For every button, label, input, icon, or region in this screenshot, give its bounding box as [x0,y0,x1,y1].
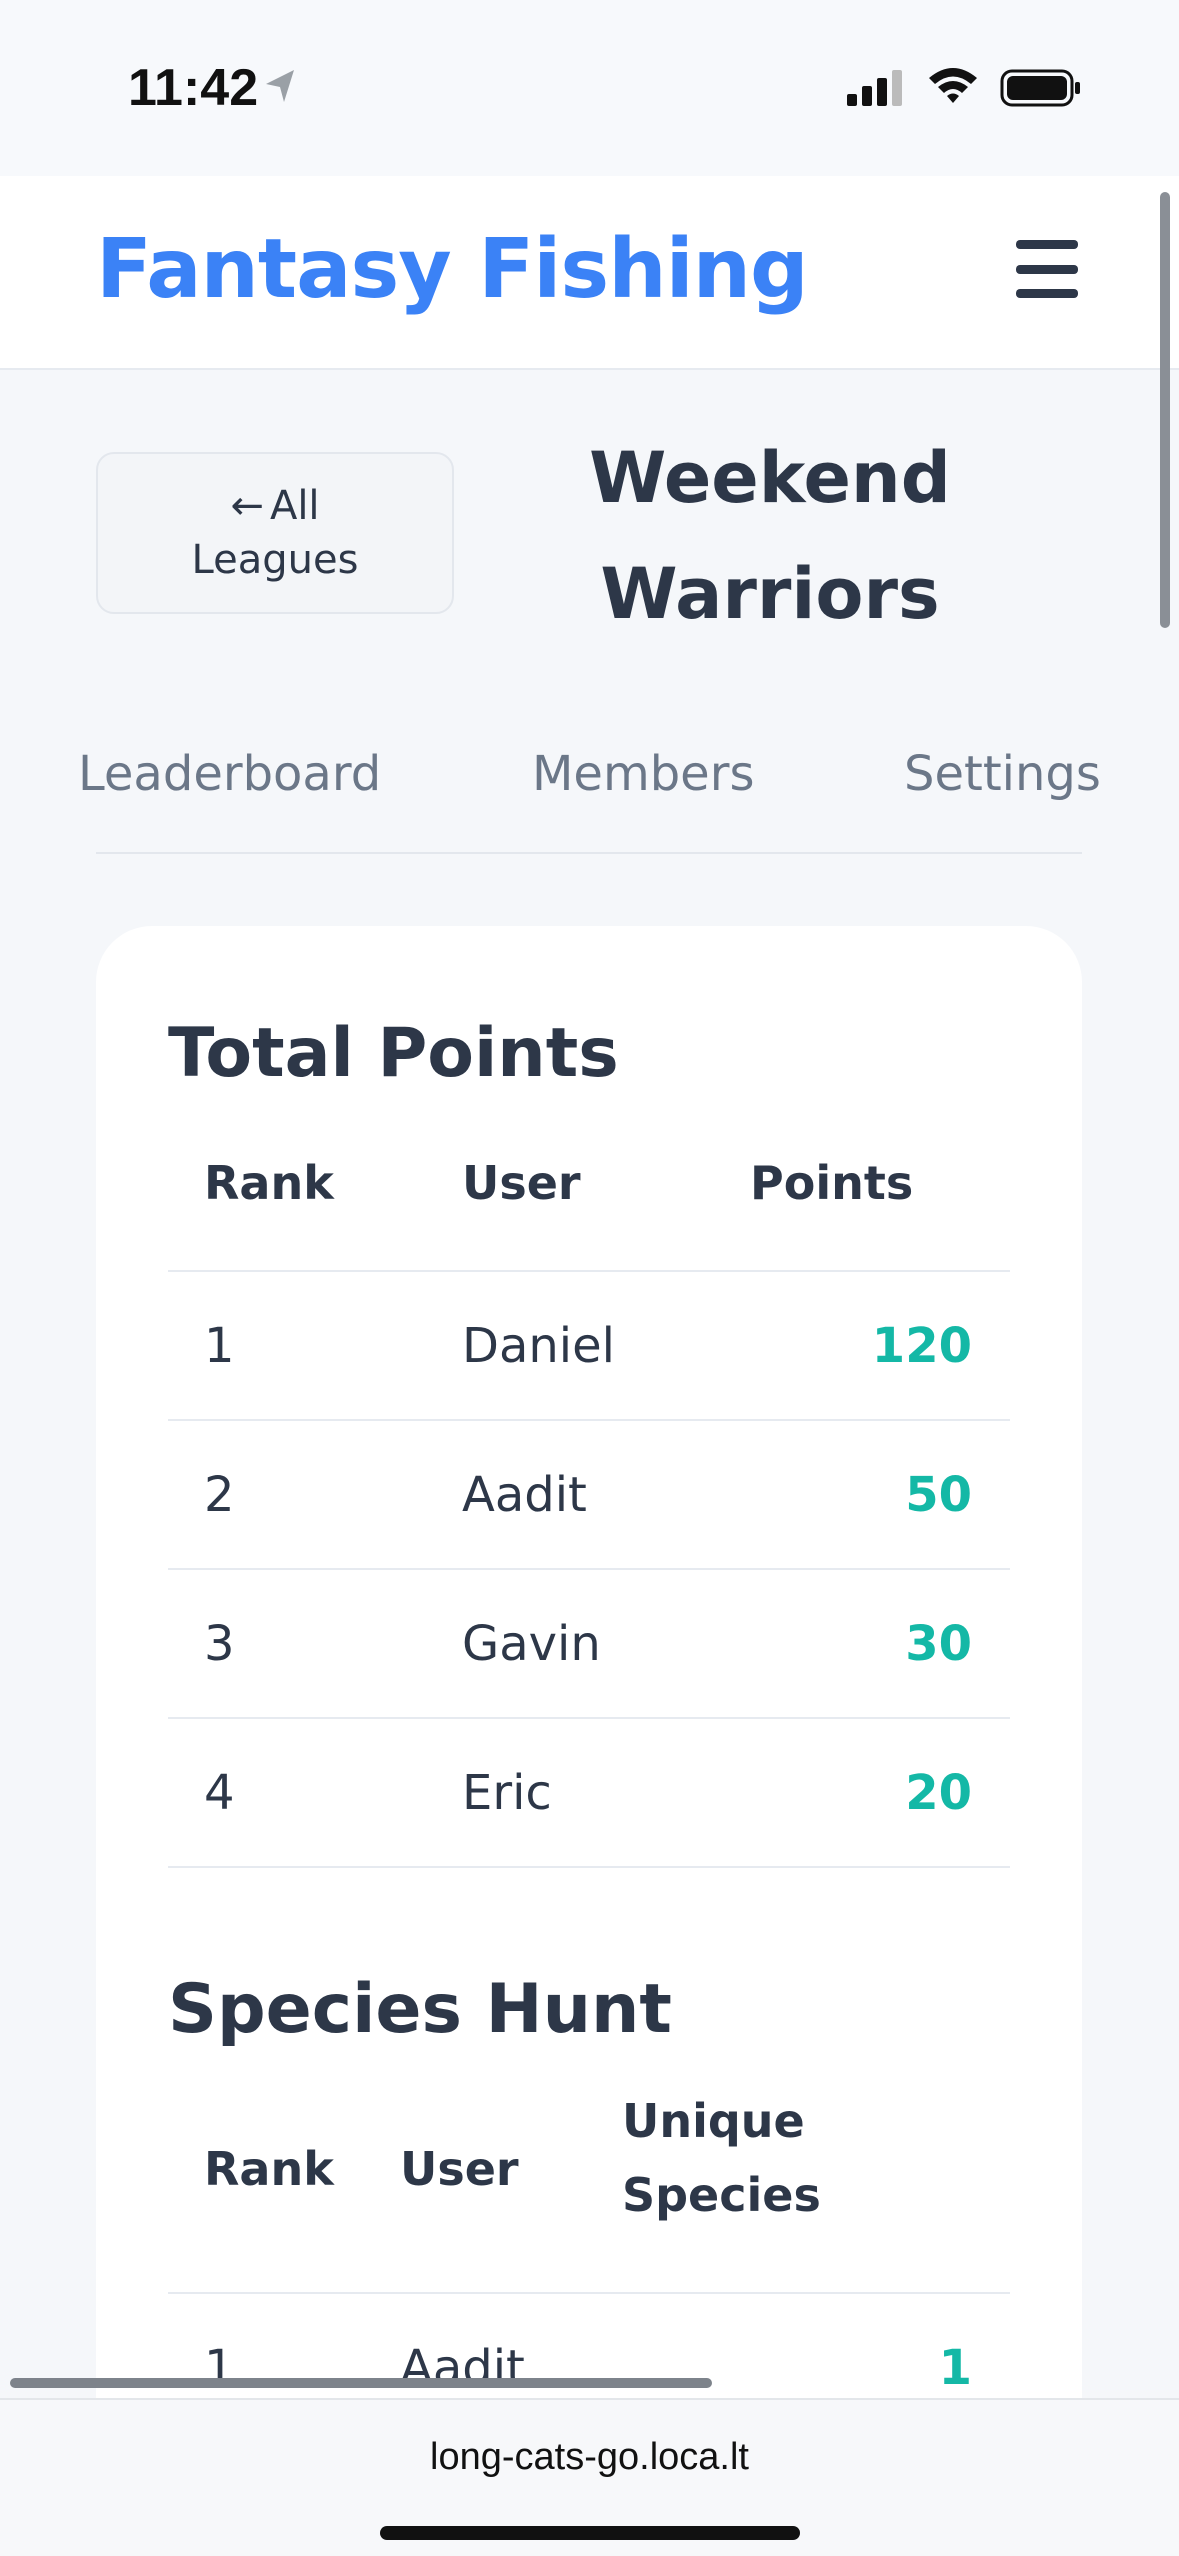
user-cell: Gavin [462,1616,601,1672]
tab-leaderboard[interactable]: Leaderboard [78,746,381,802]
menu-bar [1016,264,1078,274]
back-arrow-icon: ← [230,483,264,529]
league-title-line2: Warriors [600,553,940,635]
league-title-line1: Weekend [589,437,951,519]
table-row: 3 Gavin 30 [168,1568,1010,1717]
points-cell: 20 [905,1765,972,1821]
species-count-cell: 1 [938,2340,972,2396]
header-rank: Rank [204,1156,334,1210]
user-cell: Eric [462,1765,552,1821]
hamburger-menu-icon[interactable] [1010,236,1084,302]
horizontal-scrollbar[interactable] [10,2378,712,2388]
total-points-title: Total Points [168,1014,619,1093]
home-indicator[interactable] [380,2526,800,2540]
location-arrow-icon [266,70,294,102]
header-user: User [462,1156,581,1210]
all-leagues-button[interactable]: ← All Leagues [96,452,454,614]
header-rank: Rank [204,2142,334,2196]
species-hunt-title: Species Hunt [168,1970,672,2049]
back-label-line1: All [269,483,320,529]
status-bar: 11:42 [0,0,1179,176]
menu-bar [1016,240,1078,249]
app-header: Fantasy Fishing [0,176,1179,370]
league-title: Weekend Warriors [520,420,1020,652]
header-unique: Unique [622,2094,805,2148]
tabs-divider [96,852,1082,854]
header-species: Species [622,2168,821,2222]
rank-cell: 2 [204,1467,235,1523]
page-scrollbar[interactable] [1160,192,1170,628]
rank-cell: 3 [204,1616,235,1672]
tab-settings[interactable]: Settings [904,746,1101,802]
rank-cell: 1 [204,1318,235,1374]
back-label-line2: Leagues [191,537,359,583]
table-row: 2 Aadit 50 [168,1419,1010,1568]
url-text[interactable]: long-cats-go.loca.lt [0,2436,1179,2479]
league-tabs: Leaderboard Members Settings [78,746,1101,852]
battery-icon [1000,69,1080,107]
user-cell: Daniel [462,1318,615,1374]
points-cell: 50 [905,1467,972,1523]
brand-title[interactable]: Fantasy Fishing [96,222,809,317]
leaderboard-card: Total Points Rank User Points 1 Daniel 1… [96,926,1082,2556]
header-user: User [400,2142,519,2196]
user-cell: Aadit [462,1467,587,1523]
browser-address-bar[interactable]: long-cats-go.loca.lt [0,2398,1179,2556]
table-row: 4 Eric 20 [168,1717,1010,1866]
header-points: Points [750,1156,914,1210]
table-bottom-border [168,1866,1010,1868]
wifi-icon [929,68,977,103]
rank-cell: 4 [204,1765,235,1821]
table-row: 1 Daniel 120 [168,1270,1010,1419]
points-cell: 30 [905,1616,972,1672]
signal-icon [847,70,902,106]
menu-bar [1016,289,1078,298]
points-cell: 120 [871,1318,972,1374]
tab-members[interactable]: Members [532,746,754,802]
status-time: 11:42 [128,59,259,117]
